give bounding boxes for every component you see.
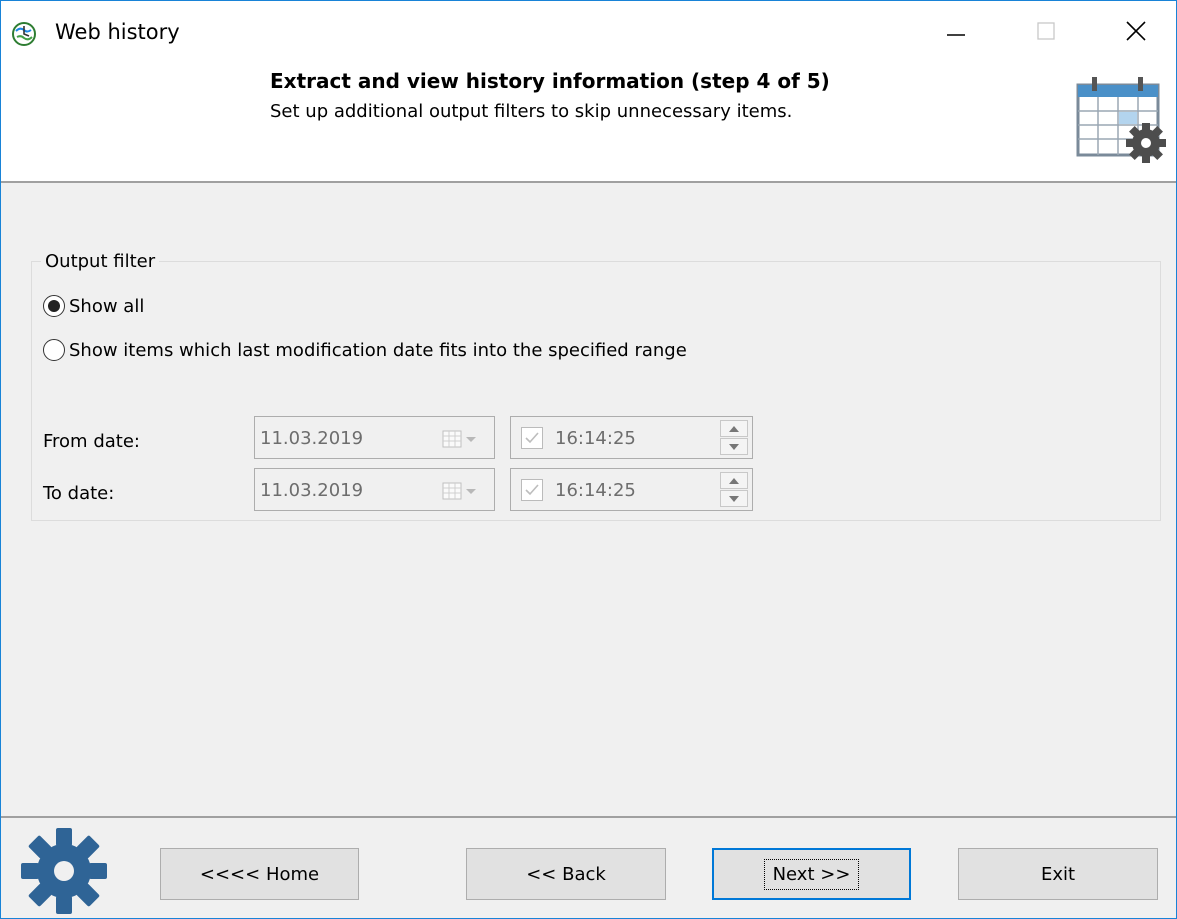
show-range-label: Show items which last modification date … [69,339,687,361]
back-button[interactable]: << Back [466,848,666,900]
close-icon [1126,21,1146,41]
to-time-spinner[interactable] [720,472,748,507]
step-title: Extract and view history information (st… [270,69,830,93]
wizard-footer: <<<< Home << Back Next >> Exit [1,818,1176,918]
arrow-down-icon [729,495,739,502]
radio-unchecked-icon [43,339,65,361]
show-all-label: Show all [69,295,145,317]
radio-checked-icon [43,295,65,317]
calendar-dropdown-icon[interactable] [442,481,482,501]
arrow-up-icon [729,425,739,432]
window-title: Web history [55,20,180,44]
home-button-label: <<<< Home [199,863,320,885]
back-button-label: << Back [526,863,606,885]
minimize-icon [947,34,965,36]
to-time-value: 16:14:25 [555,480,636,501]
maximize-button[interactable] [1001,1,1091,61]
to-date-picker[interactable]: 11.03.2019 [254,468,495,511]
maximize-icon [1037,22,1055,40]
from-time-picker[interactable]: 16:14:25 [510,416,753,459]
from-time-value: 16:14:25 [555,428,636,449]
next-button-label: Next >> [763,858,860,890]
to-date-value: 11.03.2019 [260,480,364,501]
gear-icon [21,828,107,914]
content-area: Output filter Show all Show items which … [1,183,1176,816]
show-all-radio[interactable]: Show all [43,295,144,317]
from-time-spinner[interactable] [720,420,748,455]
to-time-checkbox[interactable] [521,479,543,501]
globe-history-icon [12,22,36,46]
arrow-up-icon [729,477,739,484]
exit-button-label: Exit [1040,863,1076,885]
to-time-picker[interactable]: 16:14:25 [510,468,753,511]
calendar-gear-icon [1076,77,1166,163]
spin-up-button[interactable] [720,472,748,489]
step-subtitle: Set up additional output filters to skip… [270,101,793,122]
from-time-checkbox[interactable] [521,427,543,449]
title-bar[interactable]: Web history [1,1,1176,61]
exit-button[interactable]: Exit [958,848,1158,900]
wizard-header: Extract and view history information (st… [1,61,1176,181]
from-date-value: 11.03.2019 [260,428,364,449]
close-button[interactable] [1091,1,1176,61]
calendar-dropdown-icon[interactable] [442,429,482,449]
wizard-window: Web history Extract and view history inf… [0,0,1177,919]
spin-up-button[interactable] [720,420,748,437]
spin-down-button[interactable] [720,490,748,507]
arrow-down-icon [729,443,739,450]
from-date-picker[interactable]: 11.03.2019 [254,416,495,459]
minimize-button[interactable] [911,1,1001,61]
checkmark-icon [525,484,539,496]
home-button[interactable]: <<<< Home [160,848,359,900]
output-filter-label: Output filter [41,251,160,272]
from-date-label: From date: [43,431,140,452]
next-button[interactable]: Next >> [712,848,911,900]
spin-down-button[interactable] [720,438,748,455]
show-range-radio[interactable]: Show items which last modification date … [43,339,687,361]
to-date-label: To date: [43,483,115,504]
checkmark-icon [525,432,539,444]
